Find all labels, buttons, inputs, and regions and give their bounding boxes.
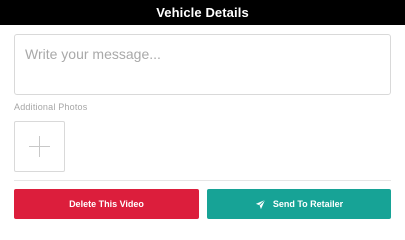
page-title: Vehicle Details (156, 5, 249, 20)
title-bar: Vehicle Details (0, 0, 405, 25)
add-photo-button[interactable] (14, 121, 65, 172)
additional-photos-label: Additional Photos (14, 102, 88, 112)
delete-video-label: Delete This Video (69, 199, 144, 209)
send-to-retailer-label: Send To Retailer (272, 199, 344, 209)
divider (14, 180, 391, 181)
message-input[interactable] (25, 46, 380, 83)
delete-video-button[interactable]: Delete This Video (14, 189, 199, 219)
send-to-retailer-button[interactable]: Send To Retailer (207, 189, 391, 219)
vehicle-details-screen: Vehicle Details Additional Photos Delete… (0, 0, 405, 228)
message-box[interactable] (14, 34, 391, 95)
paper-plane-icon (255, 199, 266, 209)
plus-icon (15, 122, 64, 171)
